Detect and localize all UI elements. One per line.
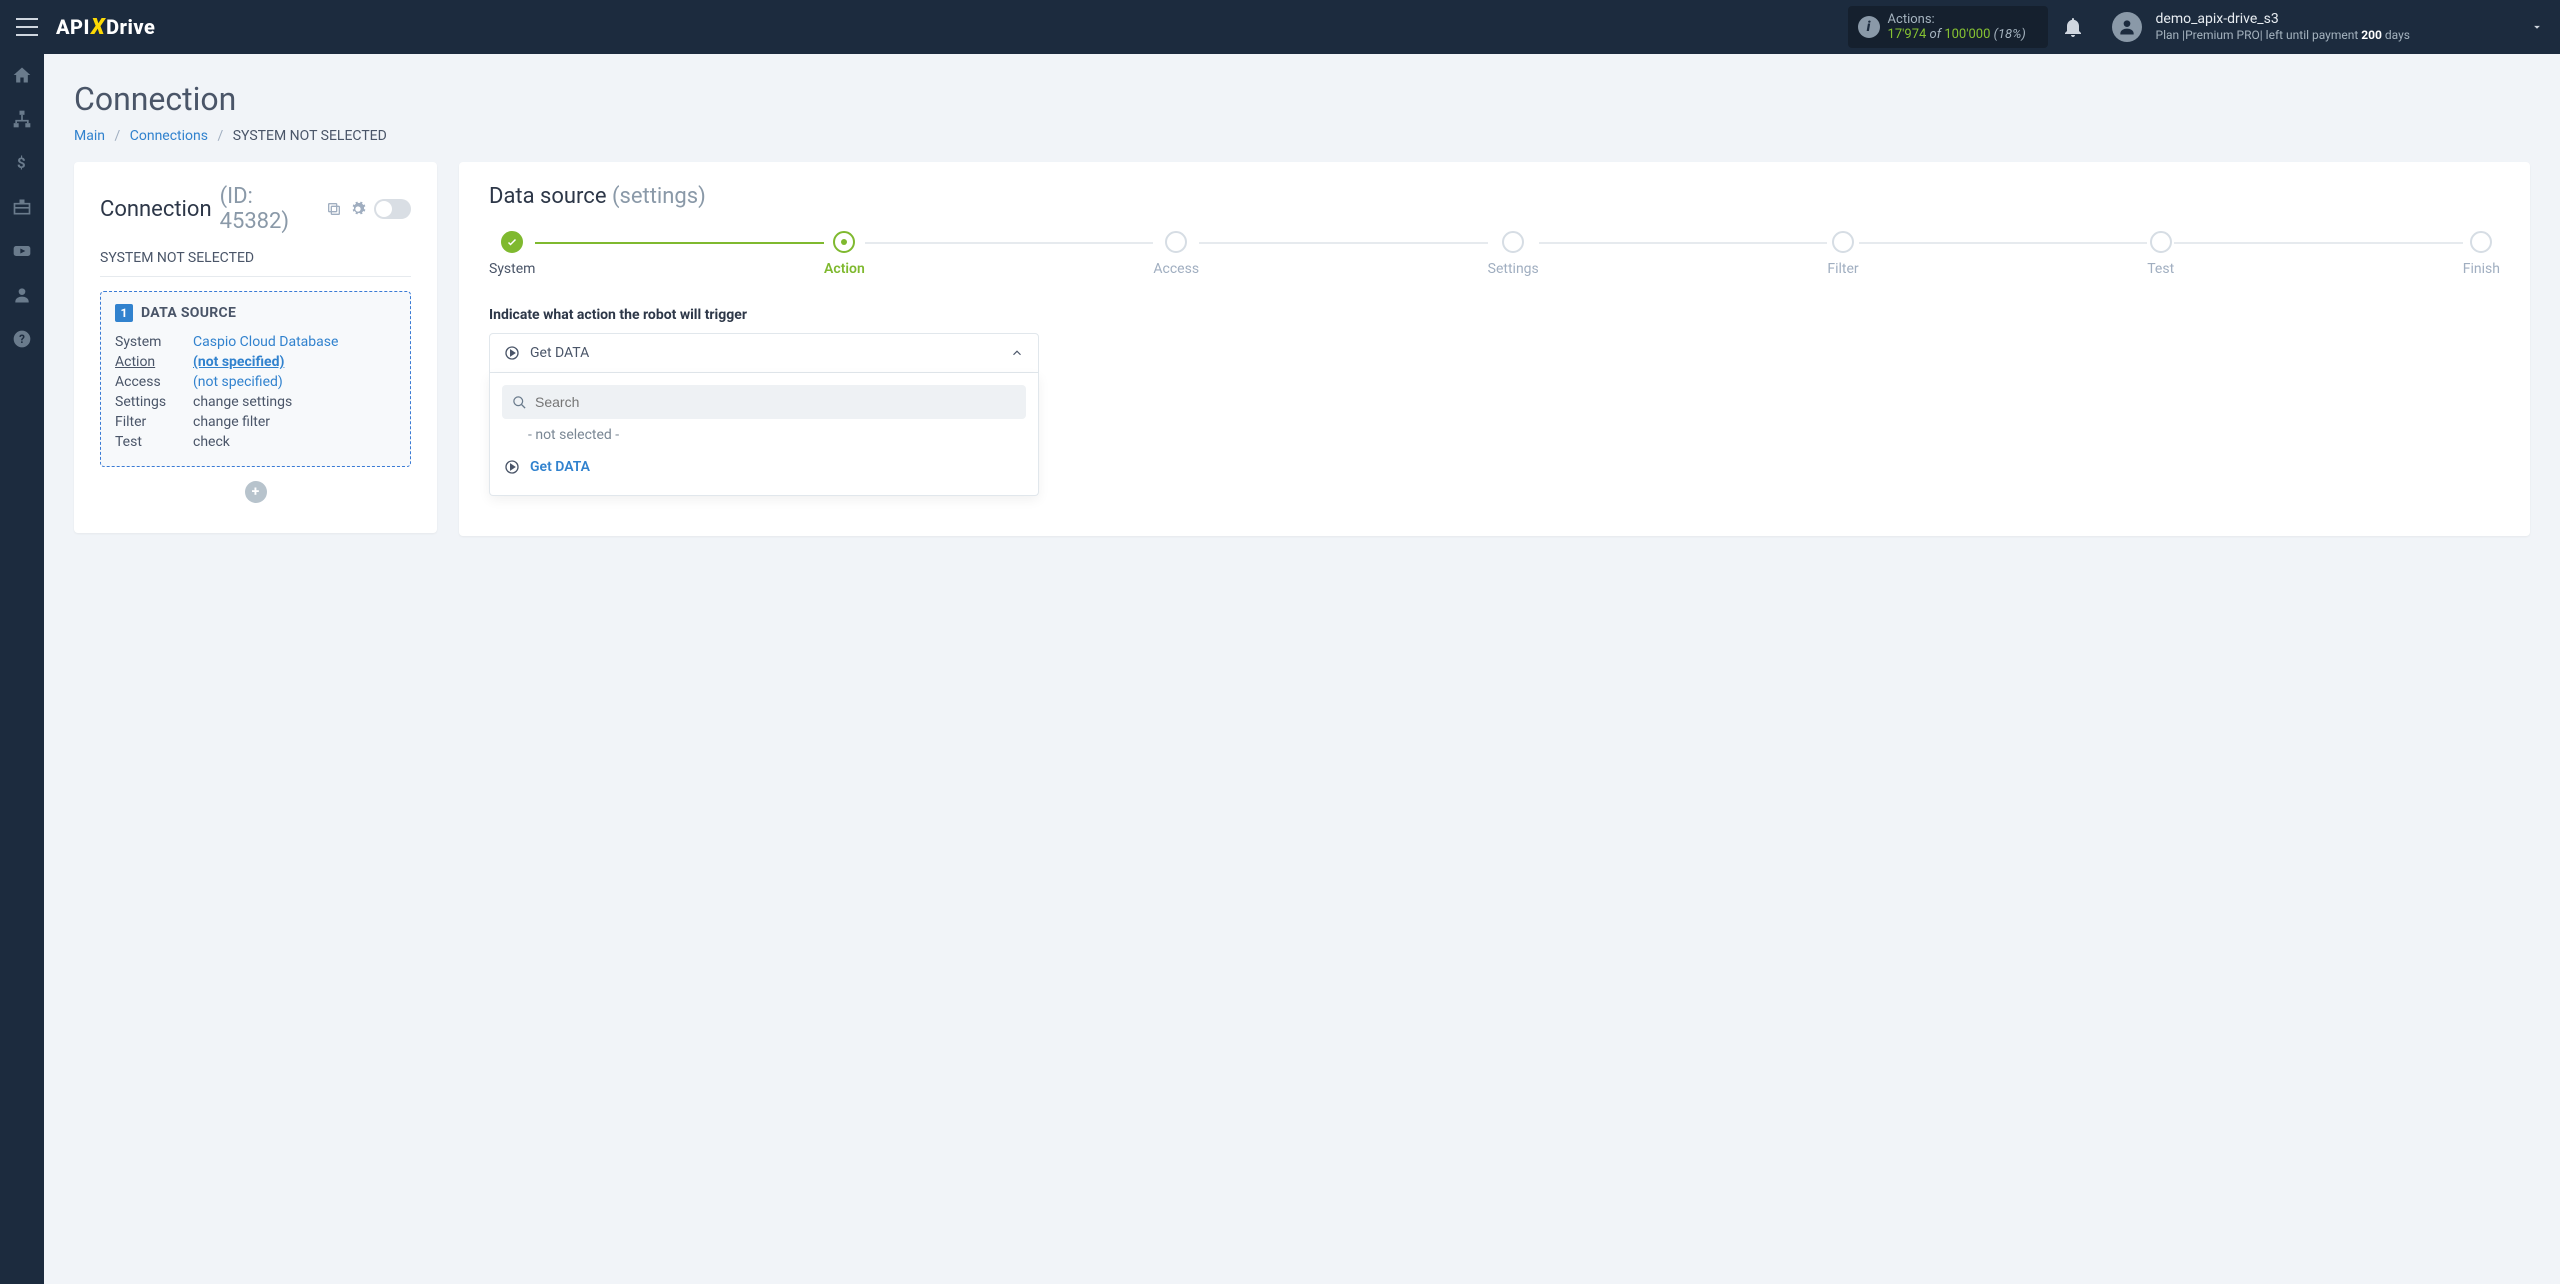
actions-label: Actions: [1888,12,2034,27]
row-system-val[interactable]: Caspio Cloud Database [193,334,396,350]
play-circle-icon [504,345,520,361]
copy-icon[interactable] [326,201,342,217]
panel-title: Data source (settings) [489,184,2500,209]
connection-panel: Connection (ID: 45382) SYSTEM NOT SELECT… [74,162,437,533]
dollar-icon[interactable]: $ [11,152,33,174]
row-filter-val[interactable]: change filter [193,414,396,430]
main-panel: Data source (settings) System Action Acc… [459,162,2530,536]
actions-value: 17'974 of 100'000 (18%) [1888,27,2034,42]
actions-counter[interactable]: i Actions: 17'974 of 100'000 (18%) [1848,6,2048,48]
top-header: API X Drive i Actions: 17'974 of 100'000… [0,0,2560,54]
step-test[interactable]: Test [2147,231,2174,277]
logo-text-x: X [91,15,105,40]
row-filter-key: Filter [115,414,193,430]
page-title: Connection [74,80,2530,118]
option-not-selected[interactable]: - not selected - [502,419,1026,451]
user-info[interactable]: demo_apix-drive_s3 Plan |Premium PRO| le… [2156,11,2410,42]
row-test-key: Test [115,434,193,450]
play-circle-icon [504,459,520,475]
bell-icon[interactable] [2064,17,2082,37]
info-icon: i [1858,16,1880,38]
search-input[interactable] [535,394,1016,410]
logo-text-1: API [56,15,90,39]
breadcrumb-current: SYSTEM NOT SELECTED [233,128,387,144]
chevron-up-icon [1010,346,1024,360]
dropdown-value: Get DATA [530,345,589,361]
row-access-val[interactable]: (not specified) [193,374,396,390]
logo-text-2: Drive [106,15,155,39]
enable-toggle[interactable] [374,199,411,219]
avatar-icon[interactable] [2112,12,2142,42]
connection-subhead: SYSTEM NOT SELECTED [100,250,411,277]
row-access-key: Access [115,374,193,390]
connection-id: (ID: 45382) [220,184,319,234]
connection-title: Connection [100,197,212,222]
video-icon[interactable] [11,240,33,262]
row-settings-val[interactable]: change settings [193,394,396,410]
menu-toggle-icon[interactable] [16,18,38,36]
data-source-box: 1 DATA SOURCE System Caspio Cloud Databa… [100,291,411,467]
breadcrumb-main[interactable]: Main [74,128,105,144]
step-finish[interactable]: Finish [2463,231,2500,277]
breadcrumb-connections[interactable]: Connections [130,128,208,144]
main-content: Connection Main / Connections / SYSTEM N… [44,54,2560,562]
help-icon[interactable]: ? [11,328,33,350]
svg-text:?: ? [19,332,25,346]
step-filter[interactable]: Filter [1827,231,1858,277]
step-access[interactable]: Access [1153,231,1199,277]
search-icon [512,395,527,410]
option-label: Get DATA [530,459,590,475]
step-badge: 1 [115,304,133,322]
row-action-key: Action [115,354,193,370]
row-action-val[interactable]: (not specified) [193,354,396,370]
svg-text:$: $ [17,154,26,172]
step-action[interactable]: Action [824,231,865,277]
user-icon[interactable] [11,284,33,306]
gear-icon[interactable] [350,201,366,217]
stepper: System Action Access Settings Filter Tes… [489,231,2500,277]
chevron-down-icon[interactable] [2410,20,2544,34]
sidebar: $ ? [0,54,44,1284]
dropdown-panel: - not selected - Get DATA [489,373,1039,496]
user-plan: Plan |Premium PRO| left until payment 20… [2156,28,2410,42]
action-dropdown[interactable]: Get DATA [489,333,1039,373]
home-icon[interactable] [11,64,33,86]
option-get-data[interactable]: Get DATA [502,451,1026,483]
add-button[interactable]: + [245,481,267,503]
step-settings[interactable]: Settings [1488,231,1539,277]
breadcrumb: Main / Connections / SYSTEM NOT SELECTED [74,128,2530,144]
step-system[interactable]: System [489,231,535,277]
logo[interactable]: API X Drive [56,15,155,40]
user-name: demo_apix-drive_s3 [2156,11,2410,28]
data-source-title: DATA SOURCE [141,305,236,321]
search-input-wrap [502,385,1026,419]
instruction-label: Indicate what action the robot will trig… [489,307,2500,323]
row-system-key: System [115,334,193,350]
connections-icon[interactable] [11,108,33,130]
briefcase-icon[interactable] [11,196,33,218]
row-settings-key: Settings [115,394,193,410]
row-test-val[interactable]: check [193,434,396,450]
